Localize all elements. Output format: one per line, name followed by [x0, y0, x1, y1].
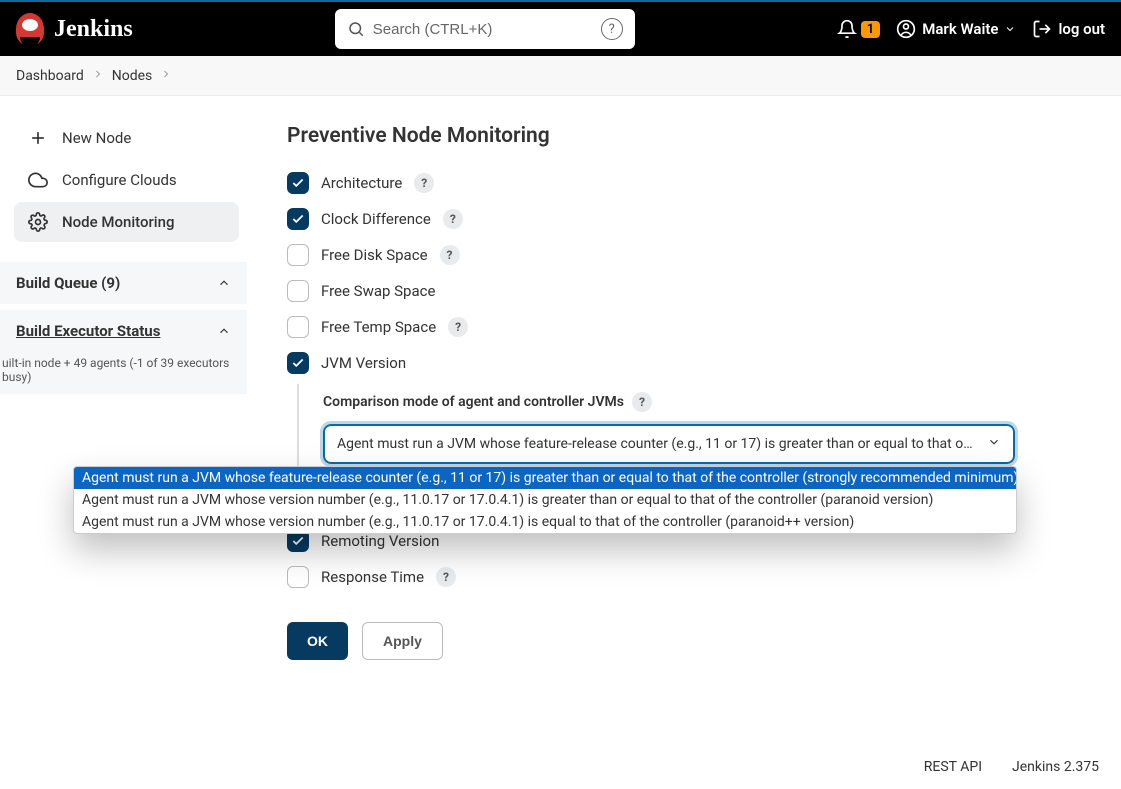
build-queue-panel: Build Queue (9): [0, 262, 247, 304]
plus-icon: [28, 128, 48, 148]
jvm-option-0[interactable]: Agent must run a JVM whose feature-relea…: [74, 467, 1016, 489]
search-icon: [347, 20, 365, 38]
crumb-nodes[interactable]: Nodes: [112, 68, 153, 84]
notification-badge: 1: [861, 21, 880, 38]
jvm-select-wrap: Agent must run a JVM whose feature-relea…: [323, 424, 1085, 464]
sidebar-item-new-node[interactable]: New Node: [14, 118, 239, 158]
jenkins-logo-icon: [16, 13, 44, 45]
jvm-sublabel-row: Comparison mode of agent and controller …: [323, 392, 1085, 412]
brand-name: Jenkins: [54, 16, 133, 43]
monitor-clock-diff: Clock Difference ?: [287, 208, 1085, 230]
main-content: Preventive Node Monitoring Architecture …: [255, 96, 1121, 660]
ok-button[interactable]: OK: [287, 622, 348, 660]
monitor-label: Remoting Version: [321, 532, 439, 550]
build-queue-toggle[interactable]: Build Queue (9): [0, 262, 247, 304]
monitor-free-temp: Free Temp Space ?: [287, 316, 1085, 338]
monitor-label: Free Disk Space: [321, 246, 428, 264]
executor-status-sub: uilt-in node + 49 agents (-1 of 39 execu…: [0, 352, 247, 394]
header-right: 1 Mark Waite log out: [837, 19, 1105, 39]
logout-icon: [1032, 19, 1052, 39]
help-icon[interactable]: ?: [448, 317, 468, 337]
monitor-response: Response Time ?: [287, 566, 1085, 588]
gear-icon: [28, 212, 48, 232]
sidebar: New Node Configure Clouds Node Monitorin…: [0, 96, 255, 660]
breadcrumb: Dashboard Nodes: [0, 56, 1121, 96]
monitor-list: Architecture ? Clock Difference ? Free D…: [287, 172, 1085, 588]
brand[interactable]: Jenkins: [16, 13, 133, 45]
monitor-label: Clock Difference: [321, 210, 431, 228]
search-area: ?: [145, 9, 825, 49]
apply-button[interactable]: Apply: [362, 622, 443, 660]
chevron-right-icon: [160, 68, 172, 84]
help-icon[interactable]: ?: [601, 18, 623, 40]
version-label: Jenkins 2.375: [1012, 759, 1099, 775]
page-title: Preventive Node Monitoring: [287, 124, 1085, 148]
checkbox-free-temp[interactable]: [287, 316, 309, 338]
monitor-label: Free Temp Space: [321, 318, 436, 336]
jvm-select[interactable]: Agent must run a JVM whose feature-relea…: [323, 424, 1015, 464]
executor-status-panel: Build Executor Status uilt-in node + 49 …: [0, 310, 247, 394]
chevron-up-icon: [217, 324, 231, 338]
jvm-sublabel: Comparison mode of agent and controller …: [323, 394, 624, 410]
form-buttons: OK Apply: [287, 622, 1085, 660]
jvm-option-1[interactable]: Agent must run a JVM whose version numbe…: [74, 489, 1016, 511]
notifications[interactable]: 1: [837, 19, 880, 39]
monitor-label: JVM Version: [321, 354, 406, 372]
chevron-up-icon: [217, 276, 231, 290]
sidebar-item-label: New Node: [62, 129, 131, 147]
executor-status-label: Build Executor Status: [16, 322, 160, 340]
checkbox-response[interactable]: [287, 566, 309, 588]
checkbox-free-swap[interactable]: [287, 280, 309, 302]
jvm-select-value: Agent must run a JVM whose feature-relea…: [337, 436, 1015, 452]
monitor-free-disk: Free Disk Space ?: [287, 244, 1085, 266]
help-icon[interactable]: ?: [436, 567, 456, 587]
checkbox-clock-diff[interactable]: [287, 208, 309, 230]
build-queue-label: Build Queue (9): [16, 274, 120, 292]
search-box[interactable]: ?: [335, 9, 635, 49]
help-icon[interactable]: ?: [414, 173, 434, 193]
logout-label: log out: [1058, 20, 1105, 38]
bell-icon: [837, 19, 857, 39]
user-name: Mark Waite: [922, 20, 998, 38]
cloud-icon: [28, 170, 48, 190]
search-input[interactable]: [373, 21, 593, 38]
executor-status-toggle[interactable]: Build Executor Status: [0, 310, 247, 352]
crumb-dashboard[interactable]: Dashboard: [16, 68, 84, 84]
user-menu[interactable]: Mark Waite: [896, 19, 1016, 39]
jvm-option-2[interactable]: Agent must run a JVM whose version numbe…: [74, 511, 1016, 533]
monitor-jvm-version: JVM Version: [287, 352, 1085, 374]
jvm-dropdown: Agent must run a JVM whose feature-relea…: [73, 466, 1017, 534]
help-icon[interactable]: ?: [443, 209, 463, 229]
help-icon[interactable]: ?: [440, 245, 460, 265]
layout: New Node Configure Clouds Node Monitorin…: [0, 96, 1121, 660]
monitor-free-swap: Free Swap Space: [287, 280, 1085, 302]
help-icon[interactable]: ?: [632, 392, 652, 412]
sidebar-item-label: Node Monitoring: [62, 213, 174, 231]
sidebar-item-node-monitoring[interactable]: Node Monitoring: [14, 202, 239, 242]
monitor-label: Response Time: [321, 568, 424, 586]
monitor-label: Architecture: [321, 174, 402, 192]
sidebar-item-label: Configure Clouds: [62, 171, 177, 189]
chevron-right-icon: [92, 68, 104, 84]
footer: REST API Jenkins 2.375: [902, 745, 1121, 789]
logout-button[interactable]: log out: [1032, 19, 1105, 39]
user-icon: [896, 19, 916, 39]
checkbox-architecture[interactable]: [287, 172, 309, 194]
checkbox-jvm-version[interactable]: [287, 352, 309, 374]
monitor-label: Free Swap Space: [321, 282, 435, 300]
checkbox-free-disk[interactable]: [287, 244, 309, 266]
app-header: Jenkins ? 1 Mark Waite log out: [0, 0, 1121, 56]
rest-api-link[interactable]: REST API: [924, 759, 982, 775]
monitor-architecture: Architecture ?: [287, 172, 1085, 194]
jvm-options-block: Comparison mode of agent and controller …: [297, 384, 1085, 472]
chevron-down-icon: [1004, 23, 1016, 35]
sidebar-item-configure-clouds[interactable]: Configure Clouds: [14, 160, 239, 200]
